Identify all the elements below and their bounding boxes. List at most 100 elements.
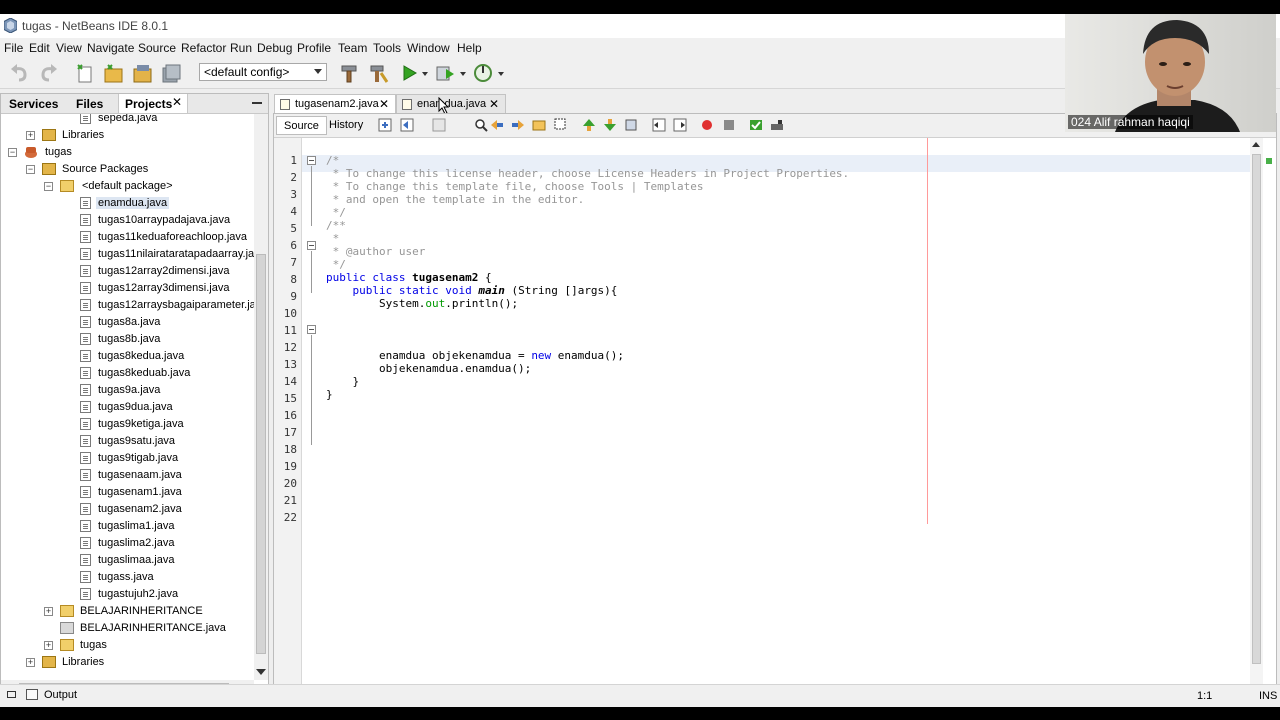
tree-row[interactable]: tugas8keduab.java <box>1 365 254 382</box>
run-icon[interactable] <box>398 63 420 83</box>
minimize-icon[interactable] <box>252 102 262 104</box>
close-icon[interactable]: ✕ <box>489 97 499 111</box>
tree-row[interactable]: + Libraries <box>1 654 254 671</box>
debug-dropdown-icon[interactable] <box>458 63 468 83</box>
run-dropdown-icon[interactable] <box>420 63 430 83</box>
menu-profile[interactable]: Profile <box>297 41 331 55</box>
history-view-button[interactable]: History <box>322 116 370 135</box>
tree-vertical-scrollbar[interactable] <box>254 114 268 680</box>
menu-file[interactable]: File <box>4 41 23 55</box>
scroll-thumb[interactable] <box>256 254 266 654</box>
tree-row[interactable]: tugasenam1.java <box>1 484 254 501</box>
stop-macro-icon[interactable] <box>722 118 736 132</box>
tree-row[interactable]: − <default package> <box>1 178 254 195</box>
clean-build-icon[interactable] <box>367 63 389 83</box>
shift-right-icon[interactable] <box>673 118 687 132</box>
tree-row[interactable]: − tugas <box>1 144 254 161</box>
menu-help[interactable]: Help <box>457 41 482 55</box>
menu-navigate[interactable]: Navigate <box>87 41 134 55</box>
tree-row[interactable]: tugas8a.java <box>1 314 254 331</box>
redo-icon[interactable] <box>37 63 59 83</box>
menu-tools[interactable]: Tools <box>373 41 401 55</box>
menu-debug[interactable]: Debug <box>257 41 292 55</box>
scroll-down-icon[interactable] <box>256 669 266 675</box>
tree-row[interactable]: tugaslima2.java <box>1 535 254 552</box>
debug-icon[interactable] <box>434 63 456 83</box>
start-macro-icon[interactable] <box>700 118 714 132</box>
save-all-icon[interactable] <box>160 63 182 83</box>
tab-enamdua[interactable]: enamdua.java ✕ <box>396 94 506 113</box>
new-file-icon[interactable] <box>74 63 96 83</box>
menu-view[interactable]: View <box>56 41 82 55</box>
tree-row[interactable]: tugas8b.java <box>1 331 254 348</box>
tree-row[interactable]: tugas12array3dimensi.java <box>1 280 254 297</box>
tab-tugasenam2[interactable]: tugasenam2.java ✕ <box>274 94 396 113</box>
previous-bookmark-icon[interactable] <box>582 118 596 132</box>
tree-row[interactable]: tugasenam2.java <box>1 501 254 518</box>
tree-row[interactable]: sepeda.java <box>1 114 254 127</box>
tree-row[interactable]: + BELAJARINHERITANCE <box>1 603 254 620</box>
shift-left-icon[interactable] <box>652 118 666 132</box>
tree-row[interactable]: tugas8kedua.java <box>1 348 254 365</box>
find-next-icon[interactable] <box>511 118 525 132</box>
tree-row[interactable]: tugas9dua.java <box>1 399 254 416</box>
editor-vertical-scrollbar[interactable] <box>1250 138 1263 698</box>
undo-icon[interactable] <box>9 63 31 83</box>
last-edit-icon[interactable] <box>378 118 392 132</box>
tab-projects[interactable]: Projects ✕ <box>118 94 188 113</box>
tree-row[interactable]: tugaslimaa.java <box>1 552 254 569</box>
back-icon[interactable] <box>400 118 414 132</box>
menu-window[interactable]: Window <box>407 41 450 55</box>
tree-row[interactable]: + tugas <box>1 637 254 654</box>
tree-row[interactable]: tugastujuh2.java <box>1 586 254 603</box>
tree-row[interactable]: tugas12arraysbagaiparameter.java <box>1 297 254 314</box>
tree-row[interactable]: tugaslima1.java <box>1 518 254 535</box>
code-text[interactable]: /* * To change this license header, choo… <box>326 154 849 401</box>
build-hammer-icon[interactable] <box>338 63 360 83</box>
close-icon[interactable]: ✕ <box>379 97 389 111</box>
next-bookmark-icon[interactable] <box>603 118 617 132</box>
scroll-up-icon[interactable] <box>1252 142 1260 147</box>
tree-row[interactable]: − Source Packages <box>1 161 254 178</box>
menu-edit[interactable]: Edit <box>29 41 50 55</box>
expand-icon[interactable]: + <box>26 131 35 140</box>
menu-run[interactable]: Run <box>230 41 252 55</box>
collapse-icon[interactable]: − <box>44 182 53 191</box>
menu-refactor[interactable]: Refactor <box>181 41 226 55</box>
source-view-button[interactable]: Source <box>276 116 327 135</box>
tree-row[interactable]: tugas11nilairataratapadaarray.java <box>1 246 254 263</box>
profile-dropdown-icon[interactable] <box>496 63 506 83</box>
toggle-bookmark-icon[interactable] <box>624 118 638 132</box>
fold-icon[interactable] <box>307 241 316 250</box>
comment-icon[interactable] <box>749 118 763 132</box>
tab-services[interactable]: Services <box>9 97 58 111</box>
tree-row[interactable]: tugas12array2dimensi.java <box>1 263 254 280</box>
collapse-icon[interactable]: − <box>26 165 35 174</box>
tree-row[interactable]: tugas9a.java <box>1 382 254 399</box>
tree-row[interactable]: tugas9tigab.java <box>1 450 254 467</box>
scroll-thumb[interactable] <box>1252 154 1261 664</box>
collapse-icon[interactable]: − <box>8 148 17 157</box>
tree-row[interactable]: tugas11keduaforeachloop.java <box>1 229 254 246</box>
menu-source[interactable]: Source <box>138 41 176 55</box>
tab-files[interactable]: Files <box>76 97 103 111</box>
restore-icon[interactable] <box>7 691 16 698</box>
find-previous-icon[interactable] <box>490 118 504 132</box>
find-selection-icon[interactable] <box>532 118 546 132</box>
tree-row[interactable]: tugas10arraypadajava.java <box>1 212 254 229</box>
new-project-icon[interactable] <box>102 63 124 83</box>
close-icon[interactable]: ✕ <box>172 95 182 109</box>
toggle-highlight-icon[interactable] <box>554 118 568 132</box>
tree-row[interactable]: + Libraries <box>1 127 254 144</box>
output-tab[interactable]: Output <box>44 689 77 701</box>
tree-row[interactable]: tugass.java <box>1 569 254 586</box>
config-select[interactable]: <default config> <box>199 63 327 81</box>
expand-icon[interactable]: + <box>26 658 35 667</box>
tree-row[interactable]: tugas9satu.java <box>1 433 254 450</box>
open-project-icon[interactable] <box>131 63 153 83</box>
tree-row[interactable]: tugas9ketiga.java <box>1 416 254 433</box>
fold-icon[interactable] <box>307 156 316 165</box>
expand-icon[interactable]: + <box>44 607 53 616</box>
forward-icon[interactable] <box>432 118 446 132</box>
find-icon[interactable] <box>474 118 488 132</box>
